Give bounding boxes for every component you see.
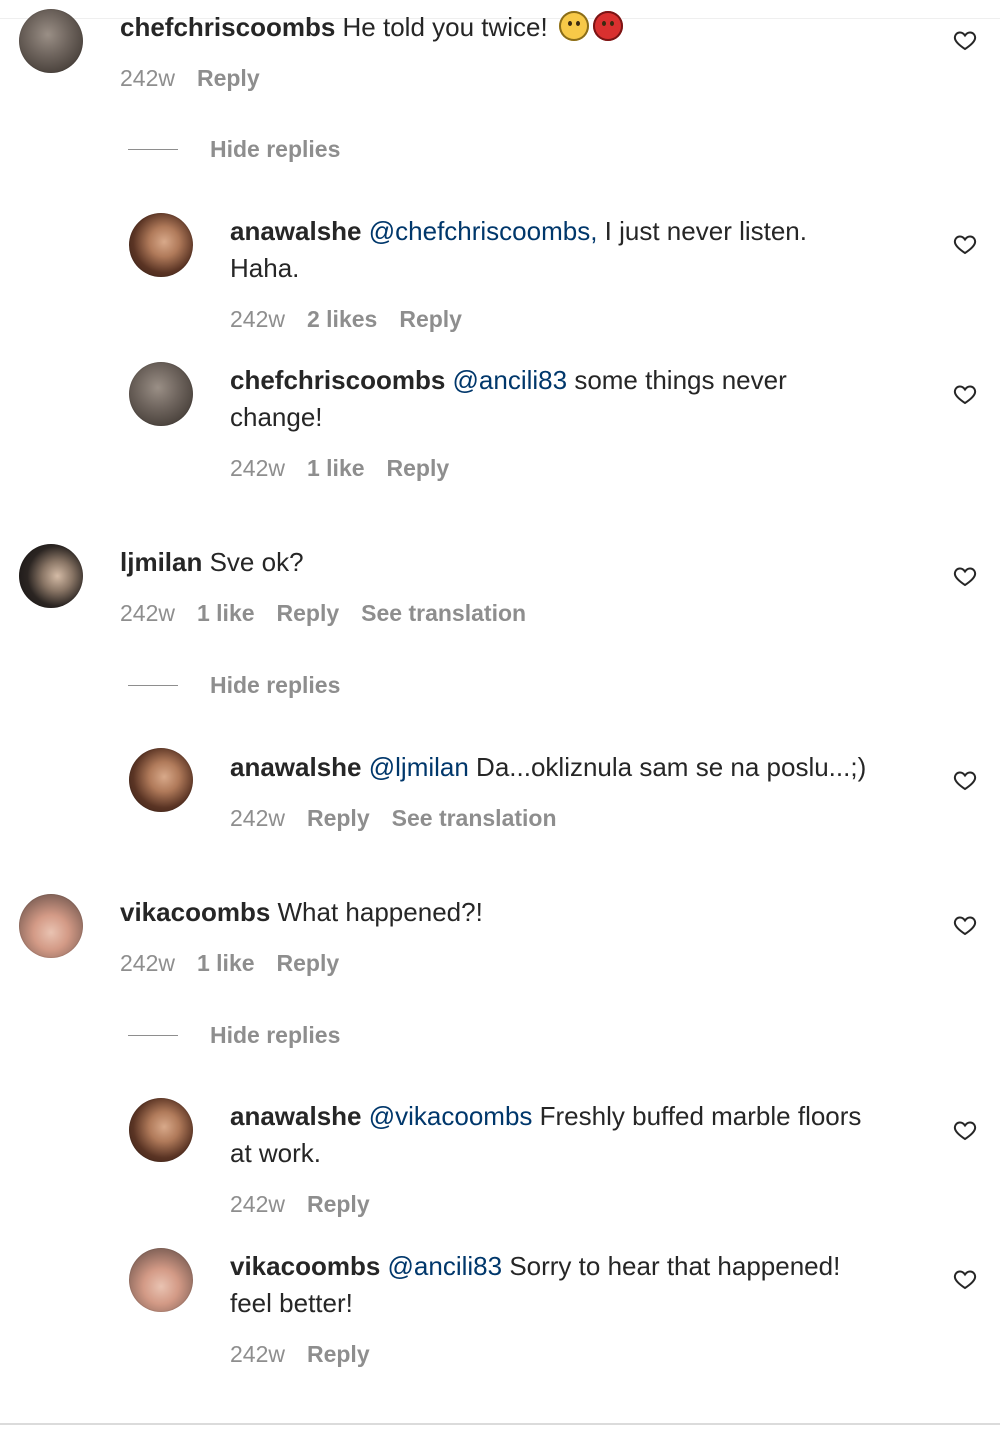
like-heart-icon[interactable] <box>952 28 978 52</box>
comment-body: He told you twice! <box>342 12 548 42</box>
reply-meta: 242w Reply See translation <box>230 803 579 833</box>
reply-username[interactable]: anawalshe <box>230 216 362 246</box>
comment-username[interactable]: ljmilan <box>120 547 202 577</box>
reply-body: some things never <box>567 365 787 395</box>
like-heart-icon[interactable] <box>952 913 978 937</box>
reply-body: Freshly buffed marble floors <box>532 1101 862 1131</box>
comment-meta: 242w 1 like Reply <box>120 948 361 978</box>
hide-replies-line <box>128 1034 178 1036</box>
reply-text: anawalshe @chefchriscoombs, I just never… <box>230 213 807 250</box>
reply-mention[interactable]: @ancili83 <box>388 1251 503 1281</box>
comment-username[interactable]: vikacoombs <box>120 897 270 927</box>
reply-meta: 242w Reply <box>230 1339 392 1369</box>
avatar-chefchriscoombs[interactable] <box>19 9 83 73</box>
reply-text: anawalshe @vikacoombs Freshly buffed mar… <box>230 1098 861 1135</box>
comment-username[interactable]: chefchriscoombs <box>120 12 335 42</box>
comment-text: ljmilan Sve ok? <box>120 544 304 581</box>
reply-username[interactable]: vikacoombs <box>230 1251 380 1281</box>
reply-button[interactable]: Reply <box>277 950 340 976</box>
reply-time[interactable]: 242w <box>230 805 285 831</box>
avatar-anawalshe[interactable] <box>129 748 193 812</box>
reply-body: Da...okliznula sam se na poslu...;) <box>468 752 867 782</box>
reply-mention[interactable]: @chefchriscoombs, <box>369 216 598 246</box>
comment-time[interactable]: 242w <box>120 950 175 976</box>
hide-replies-label: Hide replies <box>210 1021 341 1048</box>
like-heart-icon[interactable] <box>952 768 978 792</box>
reply-meta: 242w Reply <box>230 1189 392 1219</box>
comment-meta: 242w 1 like Reply See translation <box>120 598 548 628</box>
reply-text-line2: feel better! <box>230 1288 353 1318</box>
confused-face-emoji-icon <box>558 11 589 41</box>
hide-replies-button[interactable]: Hide replies <box>128 134 340 164</box>
reply-button[interactable]: Reply <box>277 600 340 626</box>
reply-button[interactable]: Reply <box>307 805 370 831</box>
reply-text: chefchriscoombs @ancili83 some things ne… <box>230 362 787 399</box>
bottom-divider <box>0 1423 1000 1425</box>
reply-meta: 242w 1 like Reply <box>230 453 471 483</box>
like-heart-icon[interactable] <box>952 1118 978 1142</box>
avatar-anawalshe[interactable] <box>129 1098 193 1162</box>
comment-body: What happened?! <box>270 897 483 927</box>
reply-button[interactable]: Reply <box>387 455 450 481</box>
reply-username[interactable]: chefchriscoombs <box>230 365 445 395</box>
comment-time[interactable]: 242w <box>120 65 175 91</box>
reply-button[interactable]: Reply <box>197 65 260 91</box>
avatar-vikacoombs[interactable] <box>129 1248 193 1312</box>
reply-text-line2: change! <box>230 402 323 432</box>
likes-count[interactable]: 2 likes <box>307 306 377 332</box>
avatar-anawalshe[interactable] <box>129 213 193 277</box>
reply-meta: 242w 2 likes Reply <box>230 304 484 334</box>
reply-text-line2: at work. <box>230 1138 322 1168</box>
hide-replies-button[interactable]: Hide replies <box>128 1020 340 1050</box>
reply-text-line2: Haha. <box>230 253 300 283</box>
like-heart-icon[interactable] <box>952 1267 978 1291</box>
like-heart-icon[interactable] <box>952 564 978 588</box>
reply-text: anawalshe @ljmilan Da...okliznula sam se… <box>230 749 866 786</box>
like-heart-icon[interactable] <box>952 232 978 256</box>
likes-count[interactable]: 1 like <box>197 600 255 626</box>
see-translation-button[interactable]: See translation <box>361 600 526 626</box>
comment-body: Sve ok? <box>202 547 304 577</box>
hide-replies-line <box>128 148 178 150</box>
reply-button[interactable]: Reply <box>307 1341 370 1367</box>
hide-replies-line <box>128 684 178 686</box>
comment-text: vikacoombs What happened?! <box>120 894 483 931</box>
hide-replies-button[interactable]: Hide replies <box>128 670 340 700</box>
avatar-ljmilan[interactable] <box>19 544 83 608</box>
like-heart-icon[interactable] <box>952 382 978 406</box>
comment-time[interactable]: 242w <box>120 600 175 626</box>
reply-username[interactable]: anawalshe <box>230 752 362 782</box>
avatar-chefchriscoombs[interactable] <box>129 362 193 426</box>
hide-replies-label: Hide replies <box>210 135 341 162</box>
reply-button[interactable]: Reply <box>399 306 462 332</box>
hide-replies-label: Hide replies <box>210 671 341 698</box>
reply-time[interactable]: 242w <box>230 306 285 332</box>
reply-body: Sorry to hear that happened! <box>502 1251 841 1281</box>
reply-body: I just never listen. <box>597 216 807 246</box>
reply-mention[interactable]: @ljmilan <box>369 752 469 782</box>
reply-time[interactable]: 242w <box>230 1341 285 1367</box>
comment-meta: 242w Reply <box>120 63 282 93</box>
reply-time[interactable]: 242w <box>230 455 285 481</box>
likes-count[interactable]: 1 like <box>197 950 255 976</box>
angry-face-emoji-icon <box>592 11 623 41</box>
reply-time[interactable]: 242w <box>230 1191 285 1217</box>
avatar-vikacoombs[interactable] <box>19 894 83 958</box>
reply-mention[interactable]: @ancili83 <box>453 365 568 395</box>
reply-mention[interactable]: @vikacoombs <box>369 1101 533 1131</box>
comment-text: chefchriscoombs He told you twice! <box>120 9 623 46</box>
see-translation-button[interactable]: See translation <box>392 805 557 831</box>
likes-count[interactable]: 1 like <box>307 455 365 481</box>
reply-text: vikacoombs @ancili83 Sorry to hear that … <box>230 1248 840 1285</box>
reply-button[interactable]: Reply <box>307 1191 370 1217</box>
reply-username[interactable]: anawalshe <box>230 1101 362 1131</box>
